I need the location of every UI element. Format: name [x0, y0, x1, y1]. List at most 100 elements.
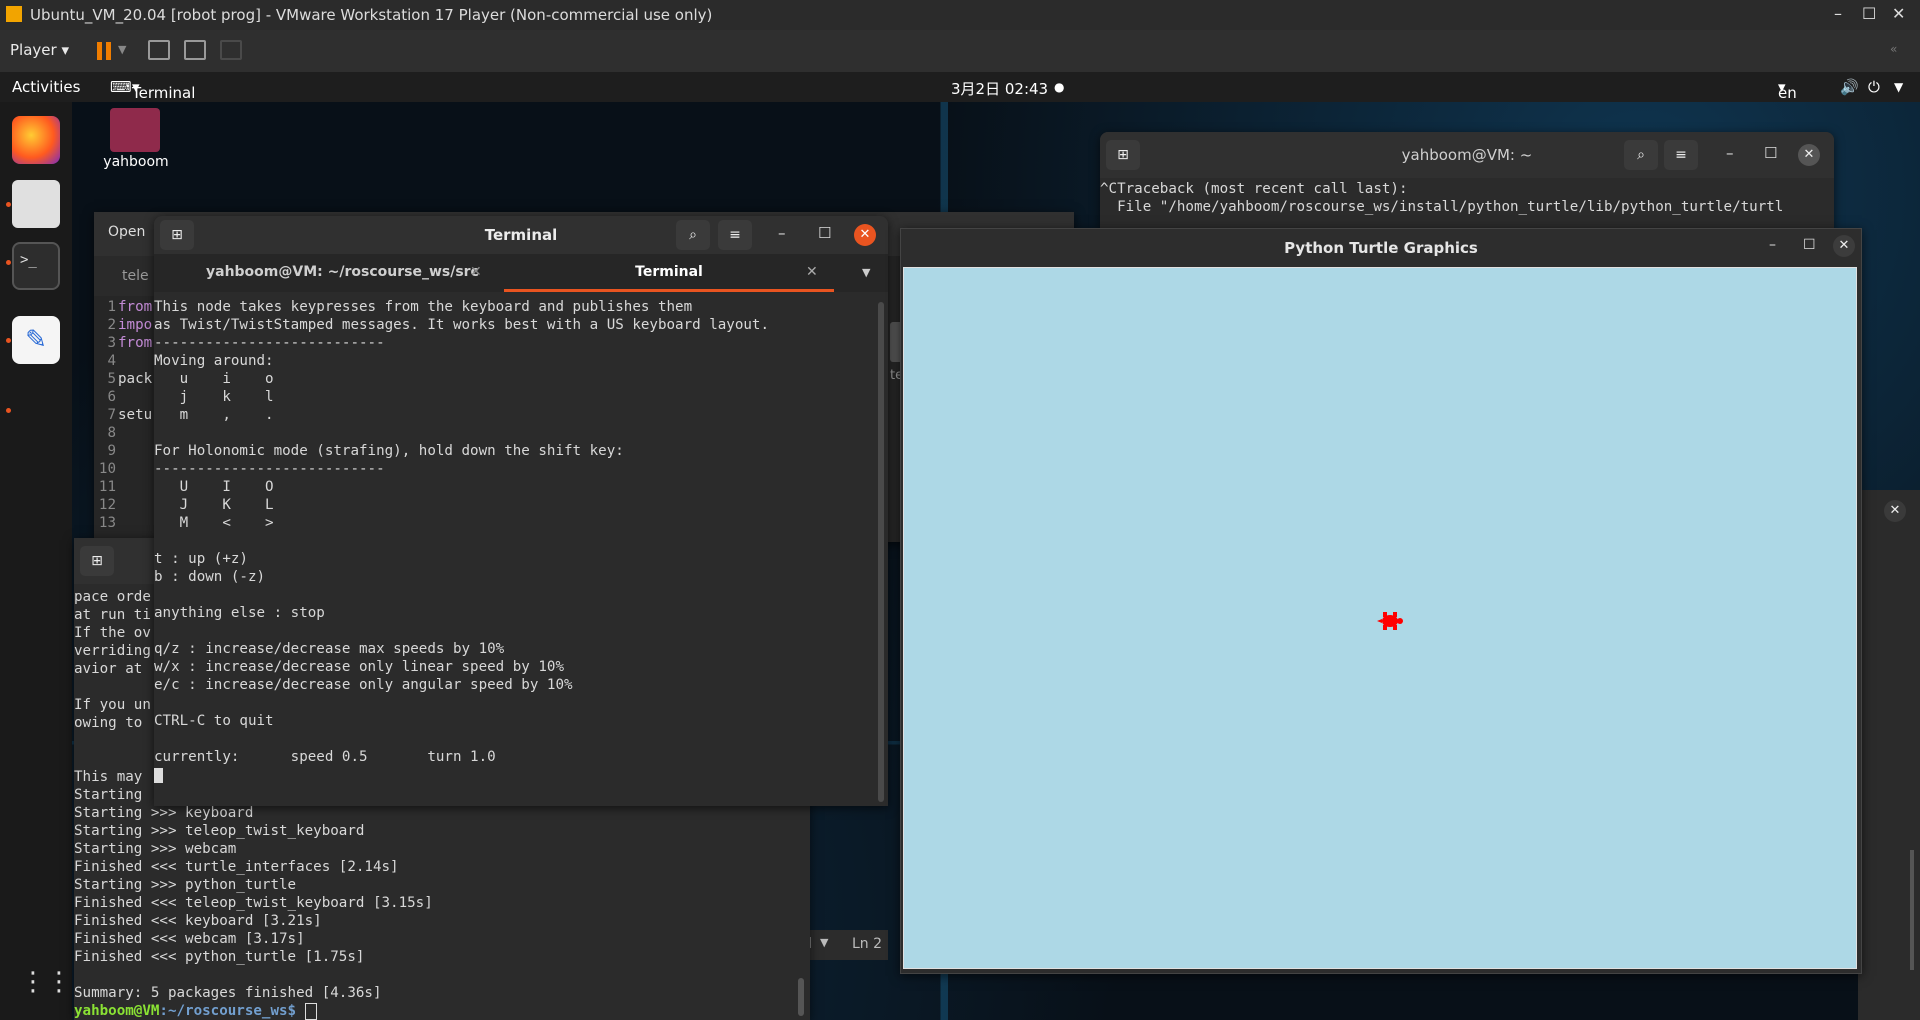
player-menu-button[interactable]: Player ▾	[10, 41, 69, 59]
hamburger-menu-icon[interactable]: ≡	[1664, 140, 1698, 170]
status-line[interactable]: Ln 2	[852, 936, 882, 952]
line-number: 2	[107, 317, 116, 333]
maximize-icon[interactable]: ☐	[818, 224, 831, 242]
terminal-line: This node takes keypresses from the keyb…	[154, 299, 693, 315]
terminal-line: Starting >>> python_turtle	[74, 877, 297, 893]
ubuntu-top-bar: Activities ⌨ Terminal ▾ 3月2日 02:43 ● en …	[0, 72, 1920, 102]
terminal-line: ---------------------------	[154, 335, 385, 351]
line-number: 10	[98, 461, 116, 477]
terminal-line: Starting >>> webcam	[74, 841, 237, 857]
close-icon[interactable]: ✕	[1833, 235, 1855, 257]
editor-code[interactable]: from impo from pack setu	[118, 298, 158, 424]
running-indicator	[6, 260, 11, 265]
terminal-prompt-line: yahboom@VM:~/roscourse_ws$	[74, 1002, 433, 1020]
terminal-line: currently: speed 0.5 turn 1.0	[154, 749, 496, 765]
pause-icon[interactable]	[97, 42, 111, 60]
text-editor-icon[interactable]: ✎	[12, 316, 60, 364]
tabs-dropdown-icon[interactable]: ▼	[862, 266, 870, 279]
close-icon[interactable]: ✕	[854, 224, 876, 246]
maximize-icon[interactable]: ☐	[1764, 144, 1777, 162]
send-ctrl-alt-del-icon[interactable]	[148, 40, 170, 60]
terminal-line: Finished <<< turtle_interfaces [2.14s]	[74, 859, 399, 875]
system-menu-chevron-icon[interactable]: ▼	[1894, 80, 1903, 94]
hamburger-menu-icon[interactable]: ≡	[718, 220, 752, 250]
close-icon[interactable]: ✕	[1884, 500, 1906, 522]
unity-icon[interactable]	[220, 40, 242, 60]
app-menu-label: Terminal	[132, 84, 196, 102]
expand-icon[interactable]: «	[1890, 42, 1897, 56]
tab-terminal[interactable]: Terminal ✕	[504, 254, 834, 292]
clock[interactable]: 3月2日 02:43	[951, 78, 1048, 99]
terminal-line: ---------------------------	[154, 461, 385, 477]
terminal-line: ^CTraceback (most recent call last):	[1100, 181, 1408, 197]
terminal-line: CTRL-C to quit	[154, 713, 274, 729]
minimize-icon[interactable]: –	[1834, 4, 1842, 23]
code-line: setu	[118, 407, 153, 423]
maximize-icon[interactable]: ☐	[1803, 237, 1816, 253]
language-indicator[interactable]: en ▾	[1778, 78, 1797, 102]
power-icon[interactable]: ⏻	[1868, 78, 1880, 96]
files-icon[interactable]	[12, 180, 60, 228]
terminal-cursor	[304, 1002, 317, 1020]
terminal-line: m , .	[154, 407, 274, 423]
minimize-icon[interactable]: –	[1769, 237, 1776, 253]
activities-button[interactable]: Activities	[12, 78, 80, 96]
home-terminal-title: yahboom@VM: ~	[1401, 146, 1533, 164]
terminal-line: U I O	[154, 479, 274, 495]
maximize-icon[interactable]: ☐	[1862, 4, 1876, 23]
close-icon[interactable]: ✕	[1892, 4, 1905, 23]
line-number: 12	[98, 497, 116, 513]
scrollbar[interactable]	[1910, 850, 1914, 970]
close-icon[interactable]: ✕	[1798, 144, 1820, 166]
pause-dropdown-icon[interactable]: ▼	[118, 43, 126, 56]
search-icon[interactable]: ⌕	[676, 220, 710, 250]
search-icon[interactable]: ⌕	[1624, 140, 1658, 170]
vmware-logo-icon	[6, 6, 22, 22]
turtle-window-header: Python Turtle Graphics – ☐ ✕	[901, 229, 1861, 265]
open-button[interactable]: Open	[108, 224, 145, 240]
tab-close-icon[interactable]: ✕	[470, 264, 482, 280]
editor-tab[interactable]: tele	[94, 256, 154, 296]
volume-icon[interactable]: 🔊	[1840, 78, 1859, 96]
terminal-cursor-line	[154, 766, 769, 784]
terminal-app-icon[interactable]: ⌨	[110, 78, 132, 96]
terminal-line: Summary: 5 packages finished [4.36s]	[74, 985, 382, 1001]
app-menu-button[interactable]: Terminal ▾	[132, 78, 195, 102]
running-indicator	[6, 338, 11, 343]
tab-close-icon[interactable]: ✕	[806, 264, 818, 280]
firefox-icon[interactable]	[12, 116, 60, 164]
terminal-line: Finished <<< python_turtle [1.75s]	[74, 949, 365, 965]
teleop-terminal-output[interactable]: This node takes keypresses from the keyb…	[154, 298, 769, 784]
turtle-icon	[1377, 612, 1403, 630]
terminal-dock-icon[interactable]: >_	[12, 242, 60, 290]
terminal-line: anything else : stop	[154, 605, 325, 621]
status-mode-chevron-icon[interactable]: ▼	[820, 936, 828, 949]
build-terminal-scrollbar[interactable]	[798, 978, 804, 1016]
line-number: 5	[107, 371, 116, 387]
show-applications-icon[interactable]: ⋮⋮	[20, 966, 72, 998]
home-terminal-output[interactable]: ^CTraceback (most recent call last): Fil…	[1100, 180, 1783, 216]
line-number: 4	[107, 353, 116, 369]
home-terminal-header: ⊞ yahboom@VM: ~ ⌕ ≡ – ☐ ✕	[1100, 132, 1834, 178]
fullscreen-icon[interactable]	[184, 40, 206, 60]
tab-src[interactable]: yahboom@VM: ~/roscourse_ws/src ✕	[154, 254, 502, 292]
home-folder-label[interactable]: yahboom	[96, 154, 176, 170]
tab-src-label: yahboom@VM: ~/roscourse_ws/src	[206, 264, 479, 280]
home-folder-icon[interactable]	[110, 108, 160, 152]
terminal-line: w/x : increase/decrease only linear spee…	[154, 659, 564, 675]
minimize-icon[interactable]: –	[1726, 144, 1734, 162]
line-number: 13	[98, 515, 116, 531]
minimize-icon[interactable]: –	[778, 224, 786, 242]
turtle-graphics-window: Python Turtle Graphics – ☐ ✕	[900, 228, 1862, 974]
new-tab-icon[interactable]: ⊞	[80, 546, 114, 576]
terminal-line: Finished <<< webcam [3.17s]	[74, 931, 305, 947]
teleop-terminal-scrollbar[interactable]	[878, 302, 884, 802]
terminal-line: t : up (+z)	[154, 551, 248, 567]
turtle-canvas[interactable]	[903, 267, 1857, 969]
terminal-line: Starting >>> teleop_twist_keyboard	[74, 823, 365, 839]
